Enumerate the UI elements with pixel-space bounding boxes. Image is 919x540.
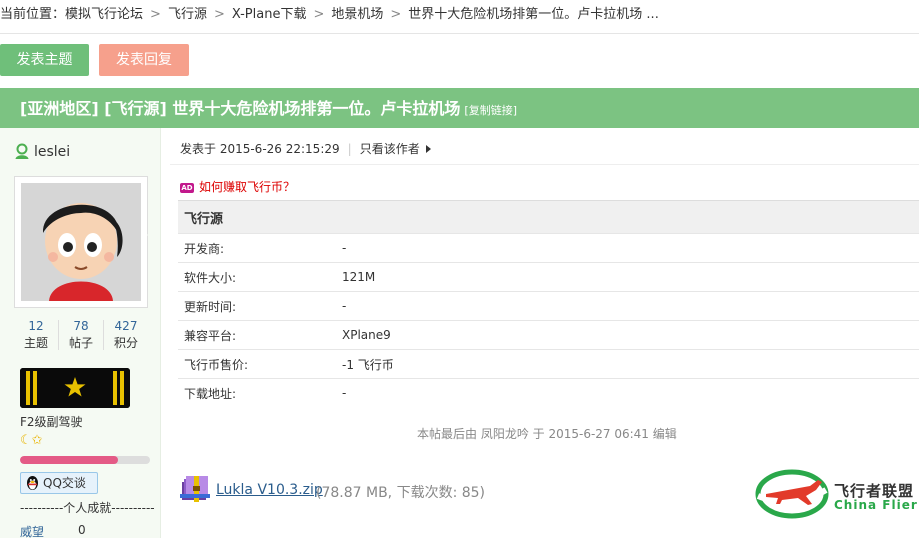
qq-penguin-icon <box>25 475 40 497</box>
breadcrumb-separator: > <box>390 7 402 22</box>
table-row: 兼容平台: XPlane9 <box>178 320 919 350</box>
china-flier-logo: 飞行者联盟 China Flier <box>752 464 919 520</box>
breadcrumb-separator: > <box>213 7 225 22</box>
meta-divider-line <box>170 164 919 165</box>
thread-title: [亚洲地区] [飞行源] 世界十大危险机场排第一位。卢卡拉机场 <box>20 99 461 118</box>
attachment-link[interactable]: Lukla V10.3.zip <box>216 482 323 498</box>
resource-info-table: 飞行源 开发商: - 软件大小: 121M 更新时间: - 兼容平台: XPla… <box>178 200 919 407</box>
table-value: -1 飞行币 <box>336 349 919 379</box>
rank-title: F2级副驾驶 <box>20 415 83 429</box>
breadcrumb-item-source[interactable]: 飞行源 <box>168 7 207 22</box>
table-title: 飞行源 <box>178 200 919 234</box>
plane-globe-icon <box>755 469 829 519</box>
table-key: 飞行币售价: <box>178 349 336 379</box>
copy-link-button[interactable]: [复制链接] <box>464 104 517 117</box>
post-meta: 发表于 2015-6-26 22:15:29 | 只看该作者 <box>180 140 431 157</box>
table-key: 兼容平台: <box>178 320 336 350</box>
rank-level-icons: ☾✩ <box>20 433 43 448</box>
breadcrumb-prefix: 当前位置： <box>0 7 66 22</box>
rank-progress-bar <box>20 456 150 464</box>
online-user-icon <box>14 143 30 159</box>
table-key: 软件大小: <box>178 262 336 292</box>
new-thread-button[interactable]: 发表主题 <box>0 44 89 76</box>
breadcrumb-item-forum[interactable]: 模拟飞行论坛 <box>65 7 143 22</box>
caret-right-icon <box>425 145 431 153</box>
rank-progress-fill <box>20 456 118 464</box>
stat-posts-label: 帖子 <box>68 336 93 350</box>
table-row: 开发商: - <box>178 233 919 263</box>
breadcrumb-item-scenery[interactable]: 地景机场 <box>331 7 383 22</box>
table-row: 软件大小: 121M <box>178 262 919 292</box>
author-name-line: leslei <box>14 142 70 162</box>
stat-points-count: 427 <box>114 319 138 333</box>
only-author-link[interactable]: 只看该作者 <box>360 142 420 156</box>
table-value: - <box>336 291 919 321</box>
avatar-pointer <box>147 228 155 242</box>
meta-divider: | <box>347 142 352 156</box>
logo-text-en: China Flier <box>834 498 918 512</box>
breadcrumb: 当前位置：模拟飞行论坛 > 飞行源 > X-Plane下载 > 地景机场 > 世界十大危险机场排… <box>0 0 919 34</box>
stat-posts[interactable]: 78 帖子 <box>59 318 103 352</box>
edit-note: 本帖最后由 凤阳龙吟 于 2015-6-27 06:41 编辑 <box>417 427 677 441</box>
table-header-row: 飞行源 <box>178 200 919 234</box>
breadcrumb-separator: > <box>150 7 161 22</box>
author-sidebar: leslei 12 主题 78 帖子 427 积分 F2级副驾驶 ☾✩ QQ交谈… <box>0 128 161 539</box>
breadcrumb-item-thread[interactable]: 世界十大危险机场排第一位。卢卡拉机场 ... <box>408 7 659 22</box>
table-value: XPlane9 <box>336 320 919 350</box>
table-key: 开发商: <box>178 233 336 263</box>
table-value: - <box>336 378 919 407</box>
table-row: 下载地址: - <box>178 378 919 407</box>
ad-line: AD 如何赚取飞行币？ <box>180 178 295 195</box>
stat-threads-label: 主题 <box>23 336 48 350</box>
table-value: - <box>336 233 919 263</box>
qq-chat-button[interactable]: QQ交谈 <box>20 472 98 494</box>
breadcrumb-separator: > <box>313 7 325 22</box>
ad-icon: AD <box>180 183 194 193</box>
table-key: 更新时间: <box>178 291 336 321</box>
attachment-meta: (78.87 MB, 下载次数: 85) <box>316 485 486 501</box>
avatar[interactable] <box>14 176 148 308</box>
stat-posts-count: 78 <box>73 319 89 333</box>
achievements-heading: ----------个人成就---------- <box>20 501 155 515</box>
post-date: 发表于 2015-6-26 22:15:29 <box>180 142 340 156</box>
thread-title-bar: [亚洲地区] [飞行源] 世界十大危险机场排第一位。卢卡拉机场 [复制链接] <box>0 88 919 128</box>
author-name[interactable]: leslei <box>34 144 70 160</box>
stat-points[interactable]: 427 积分 <box>104 318 148 352</box>
breadcrumb-item-xplane[interactable]: X-Plane下载 <box>232 7 307 22</box>
archive-file-icon <box>180 476 210 508</box>
table-row: 飞行币售价: -1 飞行币 <box>178 349 919 379</box>
table-value: 121M <box>336 262 919 292</box>
table-key: 下载地址: <box>178 378 336 407</box>
prestige-label: 威望 <box>20 525 45 539</box>
author-stats: 12 主题 78 帖子 427 积分 <box>14 318 154 354</box>
prestige-value: 0 <box>78 523 86 537</box>
earn-coins-link[interactable]: 如何赚取飞行币？ <box>199 180 295 194</box>
reply-button[interactable]: 发表回复 <box>99 44 189 76</box>
rank-insignia <box>20 368 130 408</box>
stat-threads-count: 12 <box>28 319 44 333</box>
qq-chat-label: QQ交谈 <box>43 476 86 490</box>
stat-threads[interactable]: 12 主题 <box>14 318 58 352</box>
stat-points-label: 积分 <box>113 336 138 350</box>
table-row: 更新时间: - <box>178 291 919 321</box>
